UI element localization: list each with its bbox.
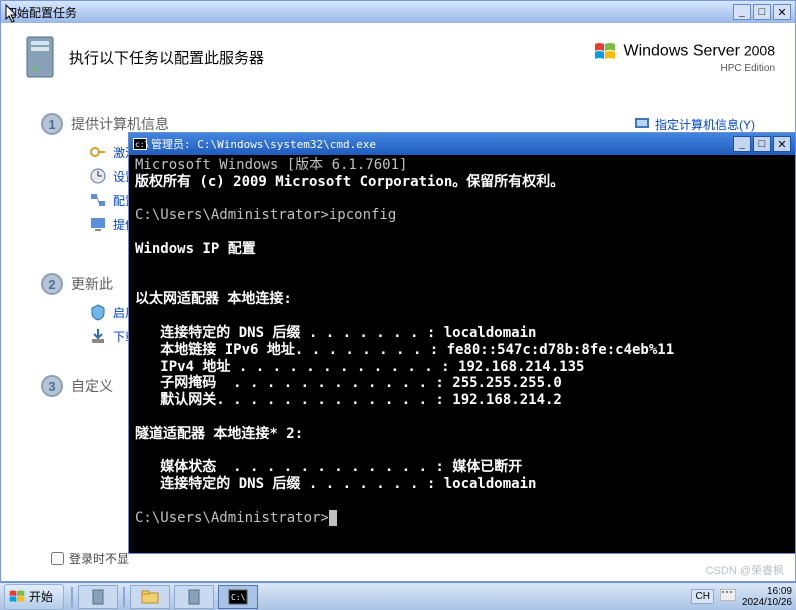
tray-clock[interactable]: 16:09 2024/10/26: [742, 586, 792, 608]
windows-logo-icon: [9, 589, 25, 605]
system-tray: CH 16:09 2024/10/26: [691, 586, 796, 608]
clock-icon: [89, 167, 107, 185]
cmd-icon: c:\: [133, 138, 147, 150]
cmd-title: 管理员: C:\Windows\system32\cmd.exe: [151, 136, 376, 152]
start-button[interactable]: 开始: [4, 584, 64, 610]
maximize-button[interactable]: □: [753, 4, 771, 20]
section-title: 自定义: [71, 376, 113, 396]
config-header: 执行以下任务以配置此服务器 Windows Server 2008 HPC Ed…: [1, 23, 795, 91]
key-icon: [89, 143, 107, 161]
taskbar: 开始 C:\ CH 16:09 2024/10/26: [0, 582, 796, 610]
dont-show-input[interactable]: [51, 552, 64, 565]
server-icon: [21, 33, 59, 81]
tray-keyboard-icon[interactable]: [720, 589, 736, 604]
quick-launch-server[interactable]: [78, 585, 118, 609]
config-titlebar[interactable]: 切始配置任务 _ □ ✕: [1, 1, 795, 23]
close-button[interactable]: ✕: [773, 4, 791, 20]
cmd-window[interactable]: c:\ 管理员: C:\Windows\system32\cmd.exe _ □…: [128, 132, 796, 554]
watermark: CSDN @荣睿枫: [706, 562, 784, 578]
shield-icon: [89, 303, 107, 321]
taskbar-item-config[interactable]: [174, 585, 214, 609]
start-label: 开始: [29, 588, 53, 605]
network-icon: [89, 191, 107, 209]
cmd-close-button[interactable]: ✕: [773, 136, 791, 152]
section-title: 更新此: [71, 274, 113, 294]
cmd-cursor: [329, 510, 337, 526]
taskbar-item-cmd[interactable]: C:\: [218, 585, 258, 609]
section-number-icon: 1: [41, 113, 63, 135]
link-specify-computer-info[interactable]: 指定计算机信息(Y): [633, 115, 755, 133]
minimize-button[interactable]: _: [733, 4, 751, 20]
taskbar-item-explorer[interactable]: [130, 585, 170, 609]
section-number-icon: 2: [41, 273, 63, 295]
section-number-icon: 3: [41, 375, 63, 397]
config-header-text: 执行以下任务以配置此服务器: [69, 47, 594, 68]
svg-text:C:\: C:\: [231, 593, 246, 602]
cmd-maximize-button[interactable]: □: [753, 136, 771, 152]
config-title: 切始配置任务: [5, 4, 77, 21]
cmd-titlebar[interactable]: c:\ 管理员: C:\Windows\system32\cmd.exe _ □…: [129, 133, 795, 155]
language-indicator[interactable]: CH: [691, 589, 713, 604]
cmd-output[interactable]: Microsoft Windows [版本 6.1.7601] 版权所有 (c)…: [129, 155, 795, 529]
download-icon: [89, 327, 107, 345]
cmd-minimize-button[interactable]: _: [733, 136, 751, 152]
info-icon: [633, 115, 651, 133]
dont-show-checkbox[interactable]: 登录时不显: [51, 550, 129, 567]
section-title: 提供计算机信息: [71, 114, 169, 134]
windows-server-logo: Windows Server 2008 HPC Edition: [594, 41, 775, 74]
computer-icon: [89, 215, 107, 233]
